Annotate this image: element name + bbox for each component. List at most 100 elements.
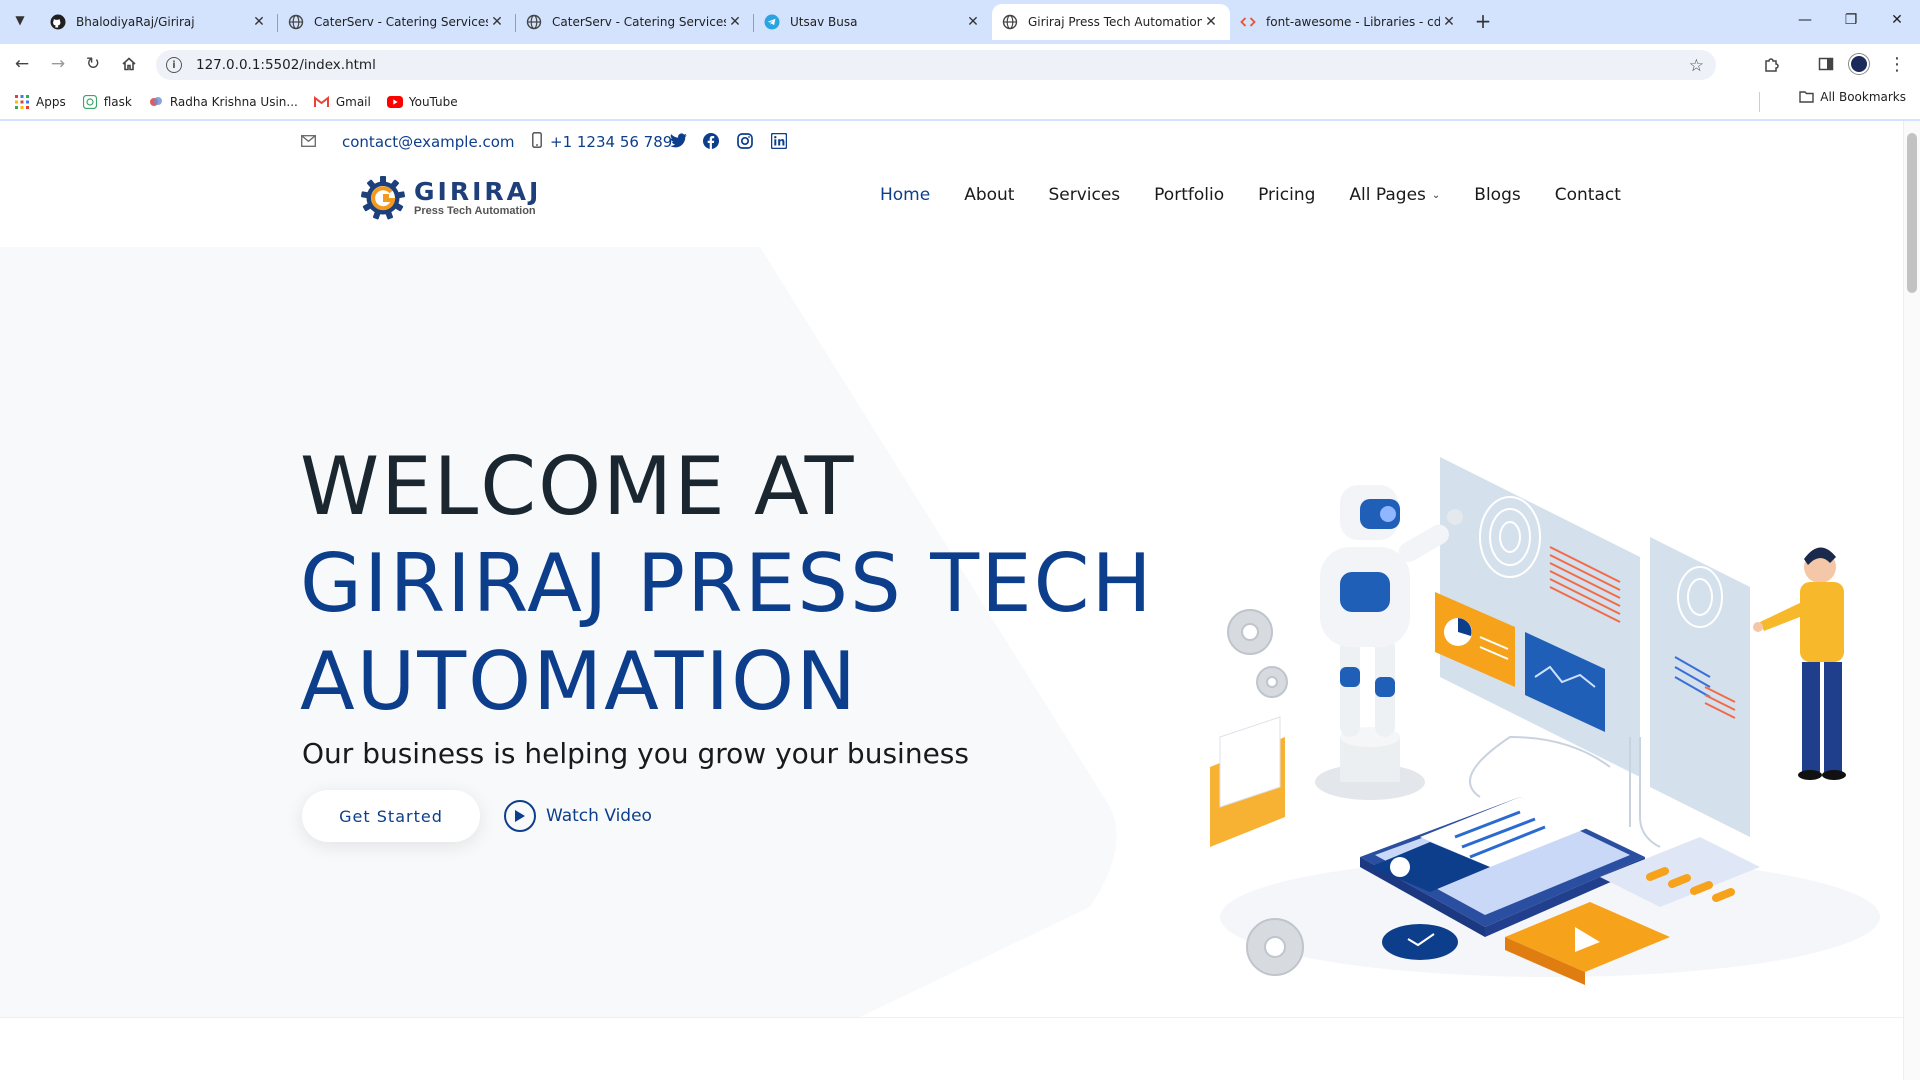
- bookmark-radha[interactable]: Radha Krishna Usin...: [146, 90, 300, 114]
- nav-home[interactable]: Home: [880, 185, 930, 205]
- globe-icon: [288, 14, 304, 30]
- twitter-icon[interactable]: [670, 133, 688, 151]
- tab-title: Giriraj Press Tech Automation: [1028, 15, 1202, 29]
- play-icon: [504, 800, 536, 832]
- hero-section: WELCOME AT GIRIRAJ PRESS TECH AUTOMATION…: [0, 247, 1903, 1018]
- hero-heading-line2: GIRIRAJ PRESS TECH: [300, 537, 1154, 630]
- hero-heading-line1: WELCOME AT: [300, 440, 856, 533]
- bookmark-flask[interactable]: flask: [80, 90, 134, 114]
- bookmark-apps[interactable]: Apps: [12, 90, 68, 114]
- logo-subtitle: Press Tech Automation: [414, 204, 536, 217]
- tab[interactable]: CaterServ - Catering Services W ✕: [516, 4, 754, 40]
- bookmark-gmail[interactable]: Gmail: [312, 90, 373, 114]
- bookmark-favicon: [148, 94, 164, 110]
- globe-icon: [1002, 14, 1018, 30]
- facebook-icon[interactable]: [703, 133, 721, 151]
- restore-button[interactable]: ❐: [1828, 4, 1874, 36]
- bookmark-youtube[interactable]: YouTube: [385, 90, 460, 114]
- gmail-icon: [314, 94, 330, 110]
- close-icon[interactable]: ✕: [1440, 13, 1458, 31]
- bookmark-star-icon[interactable]: ☆: [1689, 56, 1704, 76]
- tab-list: BhalodiyaRaj/Giriraj ✕ CaterServ - Cater…: [40, 4, 1468, 40]
- contact-email[interactable]: contact@example.com: [342, 133, 515, 151]
- gear-logo-icon: [360, 176, 406, 220]
- tab-title: BhalodiyaRaj/Giriraj: [76, 15, 195, 29]
- watch-video-button[interactable]: Watch Video: [504, 800, 652, 832]
- tab-title: Utsav Busa: [790, 15, 858, 29]
- hero-heading-line3: AUTOMATION: [300, 635, 858, 728]
- tab-search-icon[interactable]: ▼: [8, 8, 32, 32]
- hero-illustration: [1210, 457, 1880, 985]
- reload-button[interactable]: ↻: [79, 50, 107, 78]
- side-panel-icon[interactable]: [1812, 50, 1840, 78]
- nav-blogs[interactable]: Blogs: [1474, 185, 1520, 205]
- home-button[interactable]: [115, 50, 143, 78]
- flask-icon: [82, 94, 98, 110]
- bookmark-label: Apps: [36, 94, 66, 109]
- minimize-button[interactable]: —: [1782, 4, 1828, 36]
- forward-button[interactable]: →: [44, 50, 72, 78]
- tab[interactable]: Utsav Busa ✕: [754, 4, 992, 40]
- tab[interactable]: BhalodiyaRaj/Giriraj ✕: [40, 4, 278, 40]
- bookmark-label: flask: [103, 94, 132, 109]
- home-icon: [122, 57, 136, 71]
- nav-all-pages-label: All Pages: [1349, 185, 1426, 205]
- close-window-button[interactable]: ✕: [1874, 4, 1920, 36]
- extensions-icon[interactable]: [1758, 50, 1786, 78]
- nav-services[interactable]: Services: [1048, 185, 1120, 205]
- nav-all-pages[interactable]: All Pages ⌄: [1349, 185, 1440, 205]
- nav-portfolio[interactable]: Portfolio: [1154, 185, 1224, 205]
- instagram-icon[interactable]: [737, 133, 755, 151]
- url-text: 127.0.0.1:5502/index.html: [196, 57, 376, 73]
- close-icon[interactable]: ✕: [250, 13, 268, 31]
- telegram-icon: [764, 14, 780, 30]
- site-header: GIRIRAJ Press Tech Automation Home About…: [0, 165, 1903, 247]
- close-icon[interactable]: ✕: [726, 13, 744, 31]
- get-started-button[interactable]: Get Started: [302, 790, 480, 842]
- main-nav: Home About Services Portfolio Pricing Al…: [880, 185, 1655, 205]
- tab[interactable]: CaterServ - Catering Services W ✕: [278, 4, 516, 40]
- hero-tagline: Our business is helping you grow your bu…: [302, 737, 969, 770]
- github-icon: [50, 14, 66, 30]
- site-info-icon[interactable]: i: [166, 57, 182, 73]
- bookmarks-bar: Apps flask Radha Krishna Usin... Gmail Y…: [0, 84, 1920, 120]
- profile-avatar[interactable]: [1849, 54, 1869, 74]
- tab-title: CaterServ - Catering Services W: [552, 15, 726, 29]
- contact-topbar: contact@example.com +1 1234 56 789: [0, 121, 1903, 165]
- page-scrollbar[interactable]: [1903, 121, 1920, 1080]
- logo-name: GIRIRAJ: [414, 176, 542, 206]
- contact-phone[interactable]: +1 1234 56 789: [550, 133, 672, 151]
- folder-icon: [1799, 91, 1814, 103]
- envelope-icon: [301, 133, 316, 151]
- scrollbar-thumb[interactable]: [1907, 133, 1917, 293]
- nav-contact[interactable]: Contact: [1555, 185, 1621, 205]
- back-button[interactable]: ←: [8, 50, 36, 78]
- tab-strip: ▼ BhalodiyaRaj/Giriraj ✕ CaterServ - Cat…: [0, 0, 1920, 44]
- close-icon[interactable]: ✕: [488, 13, 506, 31]
- phone-icon: [532, 132, 542, 152]
- new-tab-button[interactable]: +: [1470, 8, 1496, 34]
- linkedin-icon[interactable]: [770, 132, 789, 151]
- page-progress-line: [0, 1076, 1903, 1080]
- tab-active[interactable]: Giriraj Press Tech Automation ✕: [992, 4, 1230, 40]
- web-page: contact@example.com +1 1234 56 789 GIRIR…: [0, 121, 1903, 1080]
- hero-background-shape: [0, 247, 1117, 1017]
- watch-video-label: Watch Video: [546, 806, 652, 826]
- all-bookmarks-label: All Bookmarks: [1820, 90, 1906, 104]
- all-bookmarks[interactable]: All Bookmarks: [1799, 90, 1906, 104]
- globe-icon: [526, 14, 542, 30]
- nav-about[interactable]: About: [964, 185, 1014, 205]
- menu-kebab-icon[interactable]: ⋮: [1883, 50, 1911, 78]
- chevron-down-icon: ⌄: [1431, 189, 1441, 201]
- address-bar[interactable]: i 127.0.0.1:5502/index.html ☆: [156, 50, 1716, 80]
- tab[interactable]: font-awesome - Libraries - cdnj ✕: [1230, 4, 1468, 40]
- youtube-icon: [386, 94, 403, 110]
- site-logo[interactable]: GIRIRAJ Press Tech Automation: [360, 175, 550, 221]
- code-icon: [1240, 14, 1256, 30]
- close-icon[interactable]: ✕: [964, 13, 982, 31]
- browser-toolbar: ← → ↻ i 127.0.0.1:5502/index.html ☆ ⋮: [0, 44, 1920, 84]
- tab-title: font-awesome - Libraries - cdnj: [1266, 15, 1440, 29]
- tab-title: CaterServ - Catering Services W: [314, 15, 488, 29]
- nav-pricing[interactable]: Pricing: [1258, 185, 1315, 205]
- close-icon[interactable]: ✕: [1202, 13, 1220, 31]
